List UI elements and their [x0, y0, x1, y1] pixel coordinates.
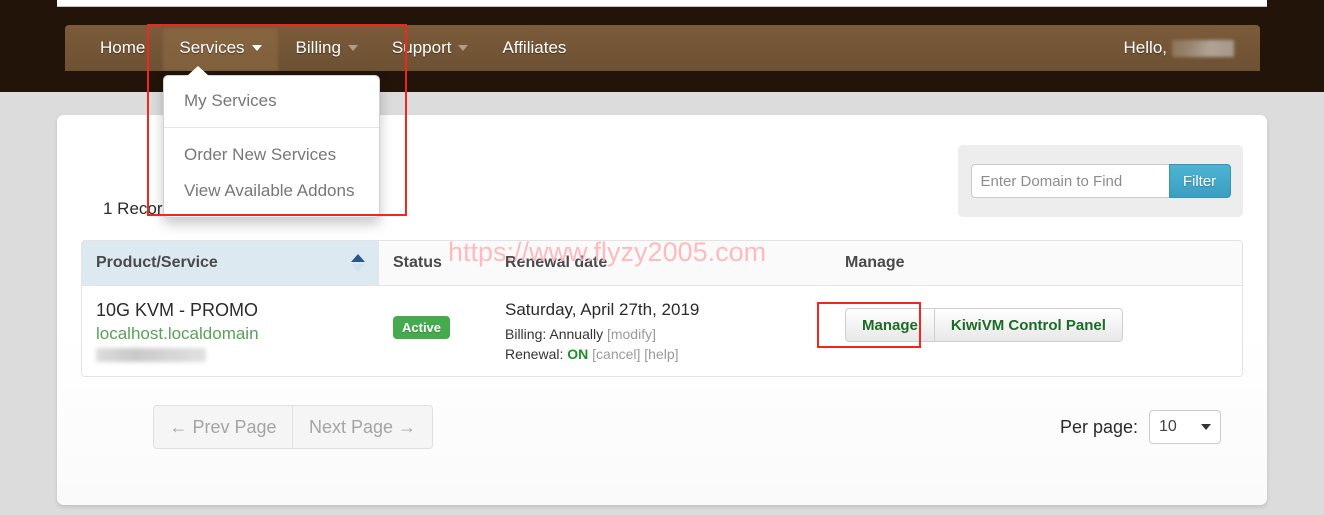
nav-item-label: Services	[179, 38, 245, 57]
column-header-label: Status	[393, 254, 442, 271]
sort-ascending-icon	[351, 254, 365, 262]
modify-billing-link[interactable]: [modify]	[607, 326, 656, 342]
per-page-label: Per page:	[1059, 416, 1138, 437]
dropdown-item-order-new-services[interactable]: Order New Services	[164, 137, 379, 173]
billing-label: Billing:	[505, 326, 547, 342]
cell-status: Active	[379, 286, 491, 376]
cell-product-service: 10G KVM - PROMO localhost.localdomain	[82, 286, 379, 376]
billing-value: Annually	[549, 326, 604, 342]
prev-page-button[interactable]: ← Prev Page	[153, 405, 293, 449]
dropdown-divider	[164, 127, 379, 128]
renewal-date-value: Saturday, April 27th, 2019	[505, 300, 700, 319]
filter-button[interactable]: Filter	[1168, 164, 1231, 198]
table-footer: ← Prev Page Next Page → Per page: 10	[81, 405, 1243, 449]
column-header-renewal-date: Renewal date	[491, 254, 831, 272]
cancel-renewal-link[interactable]: [cancel]	[592, 346, 640, 362]
renewal-state-value: ON	[567, 346, 589, 362]
services-dropdown-menu: My Services Order New Services View Avai…	[163, 66, 380, 218]
column-header-product-service[interactable]: Product/Service	[82, 241, 379, 285]
billing-cycle-line: Billing: Annually [modify]	[505, 326, 817, 342]
domain-filter-box: Filter	[958, 145, 1243, 217]
nav-item-billing[interactable]: Billing	[279, 25, 375, 71]
nav-item-label: Billing	[295, 38, 341, 57]
product-domain-link[interactable]: localhost.localdomain	[96, 324, 365, 344]
nav-item-affiliates[interactable]: Affiliates	[485, 25, 583, 71]
per-page-value: 10	[1159, 418, 1177, 435]
per-page-control: Per page: 10	[1060, 410, 1221, 444]
product-name: 10G KVM - PROMO	[96, 300, 259, 320]
nav-item-label: Affiliates	[502, 38, 567, 57]
renewal-help-link[interactable]: [help]	[644, 346, 678, 362]
manage-button-group: Manage KiwiVM Control Panel	[845, 308, 1228, 342]
browser-chrome-strip	[57, 0, 1267, 7]
column-header-manage: Manage	[831, 254, 1242, 272]
renewal-label: Renewal:	[505, 346, 564, 362]
next-page-button[interactable]: Next Page →	[293, 405, 433, 449]
dropdown-item-view-available-addons[interactable]: View Available Addons	[164, 173, 379, 209]
dropdown-item-label: View Available Addons	[184, 181, 355, 200]
dropdown-item-label: My Services	[184, 91, 277, 110]
cell-renewal-date: Saturday, April 27th, 2019 Billing: Annu…	[491, 286, 831, 376]
kiwivm-control-panel-button[interactable]: KiwiVM Control Panel	[934, 308, 1123, 342]
dropdown-item-label: Order New Services	[184, 145, 337, 164]
services-table: Product/Service Status Renewal date Mana…	[81, 240, 1243, 377]
sort-descending-icon	[351, 264, 365, 272]
user-greeting[interactable]: Hello,	[1124, 25, 1260, 71]
column-header-label: Renewal date	[505, 254, 608, 271]
cell-manage-actions: Manage KiwiVM Control Panel	[831, 286, 1242, 376]
chevron-down-icon	[1201, 424, 1211, 430]
per-page-select[interactable]: 10	[1149, 410, 1221, 444]
dropdown-item-my-services[interactable]: My Services	[164, 83, 379, 119]
redacted-ip-address	[96, 348, 206, 362]
chevron-down-icon	[347, 45, 358, 51]
sort-toggle-icon[interactable]	[351, 254, 365, 272]
table-row: 10G KVM - PROMO localhost.localdomain Ac…	[82, 286, 1242, 376]
nav-item-home[interactable]: Home	[83, 25, 162, 71]
status-badge: Active	[393, 316, 451, 339]
nav-item-label: Support	[391, 38, 452, 57]
column-header-label: Manage	[845, 254, 905, 271]
greeting-text: Hello,	[1123, 38, 1167, 57]
renewal-status-line: Renewal: ON [cancel] [help]	[505, 346, 817, 362]
pagination-controls: ← Prev Page Next Page →	[153, 405, 433, 449]
username-redacted	[1172, 39, 1234, 57]
navbar-links: Home Services Billing Support Affiliates	[65, 25, 583, 71]
domain-search-input[interactable]	[970, 164, 1169, 198]
chevron-down-icon	[458, 45, 469, 51]
filter-input-group: Filter	[970, 164, 1231, 198]
column-header-label: Product/Service	[96, 254, 218, 271]
manage-button[interactable]: Manage	[845, 308, 935, 342]
nav-item-label: Home	[100, 38, 146, 57]
column-header-status: Status	[379, 254, 491, 272]
chevron-down-icon	[251, 45, 262, 51]
table-header-row: Product/Service Status Renewal date Mana…	[82, 241, 1242, 286]
nav-item-support[interactable]: Support	[375, 25, 486, 71]
nav-item-services[interactable]: Services	[162, 25, 279, 71]
main-navbar: Home Services Billing Support Affiliates…	[65, 25, 1260, 71]
